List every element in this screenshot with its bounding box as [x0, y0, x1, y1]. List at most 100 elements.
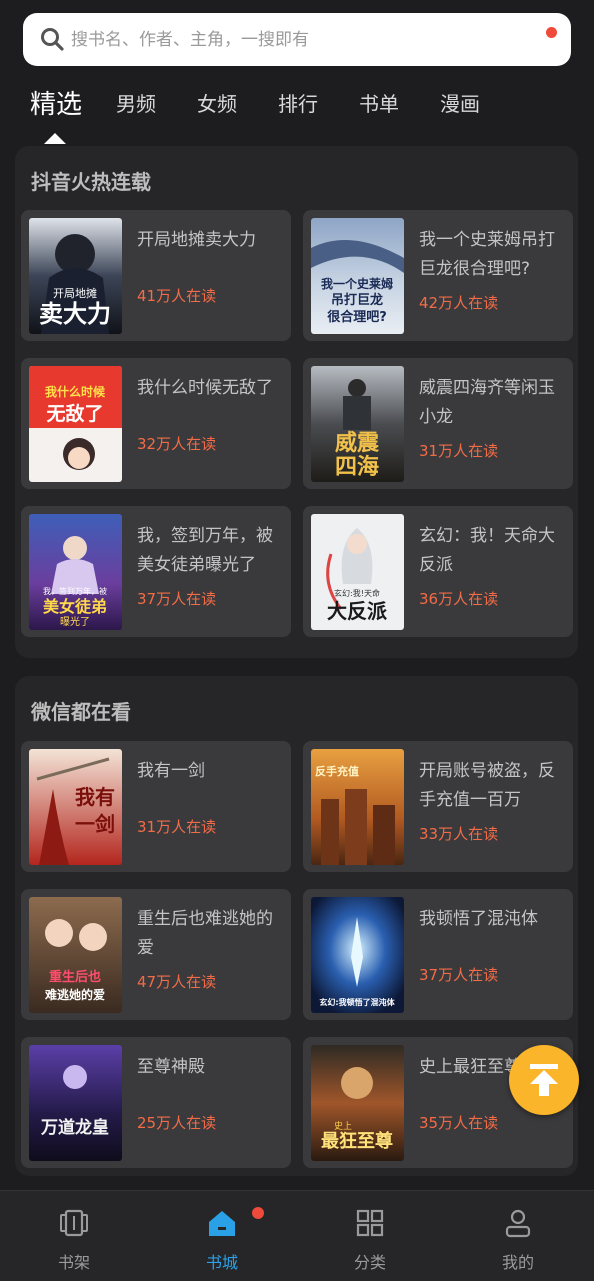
nav-category[interactable]: 分类 — [296, 1191, 444, 1281]
book-card[interactable]: 我有 一剑 我有一剑 31万人在读 — [21, 741, 291, 872]
book-card[interactable]: 开局地摊 卖大力 开局地摊卖大力 41万人在读 — [21, 210, 291, 341]
reader-count: 33万人在读 — [419, 825, 499, 843]
active-tab-indicator — [44, 133, 66, 144]
svg-text:威震: 威震 — [335, 430, 380, 456]
svg-text:玄幻:我顿悟了混沌体: 玄幻:我顿悟了混沌体 — [319, 997, 395, 1007]
book-title: 玄幻：我！天命大反派 — [419, 526, 555, 575]
book-card[interactable]: 重生后也 难逃她的爱 重生后也难逃她的爱 47万人在读 — [21, 889, 291, 1020]
book-card[interactable]: 我一个史莱姆 吊打巨龙 很合理吧? 我一个史莱姆吊打巨龙很合理吧? 42万人在读 — [303, 210, 573, 341]
nav-label: 书城 — [205, 1253, 238, 1272]
reader-count: 42万人在读 — [419, 294, 499, 312]
nav-profile[interactable]: 我的 — [444, 1191, 592, 1281]
svg-text:吊打巨龙: 吊打巨龙 — [331, 292, 383, 308]
book-card[interactable]: 我，签到万年，被 美女徒弟 曝光了 我，签到万年，被美女徒弟曝光了 37万人在读 — [21, 506, 291, 637]
book-cover: 玄幻:我!天命 大反派 — [311, 514, 404, 630]
section-douyin: 抖音火热连载 开局地摊 卖大力 开局地摊卖大力 41万人在读 我一个史莱姆 吊打… — [15, 146, 578, 658]
book-cover: 我什么时候 无敌了 — [29, 366, 122, 482]
svg-text:最狂至尊: 最狂至尊 — [321, 1130, 393, 1152]
book-cover: 万道龙皇 — [29, 1045, 122, 1161]
reader-count: 47万人在读 — [137, 973, 217, 991]
book-title: 我一个史莱姆吊打巨龙很合理吧? — [419, 230, 555, 279]
svg-text:开局地摊: 开局地摊 — [53, 286, 97, 300]
reader-count: 31万人在读 — [137, 818, 217, 836]
book-cover: 开局地摊 卖大力 — [29, 218, 122, 334]
nav-notification-dot — [252, 1207, 264, 1219]
search-bar[interactable] — [23, 13, 571, 66]
book-cover: 玄幻:我顿悟了混沌体 — [311, 897, 404, 1013]
book-title: 我，签到万年，被美女徒弟曝光了 — [137, 526, 273, 575]
reader-count: 36万人在读 — [419, 590, 499, 608]
nav-label: 我的 — [501, 1253, 534, 1272]
book-card[interactable]: 威震 四海 威震四海齐等闲玉小龙 31万人在读 — [303, 358, 573, 489]
svg-text:四海: 四海 — [335, 454, 379, 480]
svg-text:反手充值: 反手充值 — [315, 764, 359, 778]
book-cover: 反手充值 — [311, 749, 404, 865]
top-bar: 精选 男频 女频 排行 书单 漫画 — [0, 0, 594, 146]
svg-text:玄幻:我!天命: 玄幻:我!天命 — [334, 588, 380, 598]
svg-text:一剑: 一剑 — [75, 812, 115, 836]
cover-red-sword: 我有 一剑 — [29, 749, 122, 865]
svg-text:万道龙皇: 万道龙皇 — [40, 1117, 109, 1138]
cover-blue-chaos: 玄幻:我顿悟了混沌体 — [311, 897, 404, 1013]
cover-brown-girls: 重生后也 难逃她的爱 — [29, 897, 122, 1013]
reader-count: 25万人在读 — [137, 1114, 217, 1132]
svg-text:我什么时候: 我什么时候 — [45, 384, 106, 399]
svg-text:难逃她的爱: 难逃她的爱 — [44, 987, 105, 1002]
book-card[interactable]: 玄幻:我!天命 大反派 玄幻：我！天命大反派 36万人在读 — [303, 506, 573, 637]
back-to-top-button[interactable] — [509, 1045, 579, 1115]
tab-booklist[interactable]: 书单 — [359, 88, 399, 117]
arrow-up-icon — [530, 1064, 558, 1096]
reader-count: 41万人在读 — [137, 287, 217, 305]
tab-comics[interactable]: 漫画 — [440, 88, 480, 117]
book-card[interactable]: 万道龙皇 至尊神殿 25万人在读 — [21, 1037, 291, 1168]
book-cover: 史上 最狂至尊 — [311, 1045, 404, 1161]
book-cover: 我一个史莱姆 吊打巨龙 很合理吧? — [311, 218, 404, 334]
book-card[interactable]: 反手充值 开局账号被盗，反手充值一百万 33万人在读 — [303, 741, 573, 872]
cover-blue-dragon: 我一个史莱姆 吊打巨龙 很合理吧? — [311, 218, 404, 334]
book-cover: 威震 四海 — [311, 366, 404, 482]
section-title: 微信都在看 — [31, 700, 131, 724]
nav-bookshelf[interactable]: 书架 — [0, 1191, 148, 1281]
section-title: 抖音火热连载 — [31, 170, 151, 194]
svg-text:大反派: 大反派 — [327, 599, 388, 623]
section-wechat: 微信都在看 我有 一剑 我有一剑 31万人在读 反手充值 开局账号被盗，反手充值… — [15, 676, 578, 1176]
tab-featured[interactable]: 精选 — [30, 84, 82, 121]
svg-text:重生后也: 重生后也 — [49, 969, 101, 985]
cover-purple-dragon-emperor: 万道龙皇 — [29, 1045, 122, 1161]
cover-orange-city: 反手充值 — [311, 749, 404, 865]
book-card[interactable]: 玄幻:我顿悟了混沌体 我顿悟了混沌体 37万人在读 — [303, 889, 573, 1020]
user-icon — [505, 1209, 531, 1238]
bookshelf-icon — [60, 1209, 88, 1237]
svg-text:我一个史莱姆: 我一个史莱姆 — [321, 276, 393, 291]
cover-gold-warrior: 史上 最狂至尊 — [311, 1045, 404, 1161]
svg-text:很合理吧?: 很合理吧? — [327, 309, 387, 325]
search-input[interactable] — [69, 21, 543, 59]
book-cover: 我有 一剑 — [29, 749, 122, 865]
reader-count: 32万人在读 — [137, 435, 217, 453]
tab-female[interactable]: 女频 — [197, 88, 237, 117]
reader-count: 31万人在读 — [419, 442, 499, 460]
book-title: 开局账号被盗，反手充值一百万 — [419, 761, 555, 810]
bottom-nav: 书架 书城 分类 我的 — [0, 1190, 594, 1281]
book-title: 我顿悟了混沌体 — [419, 909, 538, 929]
svg-text:卖大力: 卖大力 — [39, 300, 111, 328]
nav-label: 书架 — [57, 1253, 90, 1272]
book-title: 我什么时候无敌了 — [137, 378, 273, 398]
svg-text:我有: 我有 — [75, 785, 115, 809]
home-icon — [209, 1211, 235, 1236]
book-cover: 重生后也 难逃她的爱 — [29, 897, 122, 1013]
svg-text:我，签到万年，被: 我，签到万年，被 — [43, 586, 107, 596]
book-card[interactable]: 我什么时候 无敌了 我什么时候无敌了 32万人在读 — [21, 358, 291, 489]
tab-male[interactable]: 男频 — [116, 88, 156, 117]
svg-text:美女徒弟: 美女徒弟 — [43, 597, 107, 616]
nav-bookstore[interactable]: 书城 — [148, 1191, 296, 1281]
svg-text:无敌了: 无敌了 — [46, 402, 103, 425]
reader-count: 35万人在读 — [419, 1114, 499, 1132]
grid-icon — [356, 1209, 384, 1237]
notification-dot — [546, 27, 557, 38]
book-title: 开局地摊卖大力 — [137, 230, 256, 250]
book-cover: 我，签到万年，被 美女徒弟 曝光了 — [29, 514, 122, 630]
svg-text:曝光了: 曝光了 — [60, 615, 90, 628]
search-icon — [41, 28, 64, 51]
tab-ranking[interactable]: 排行 — [278, 88, 318, 117]
